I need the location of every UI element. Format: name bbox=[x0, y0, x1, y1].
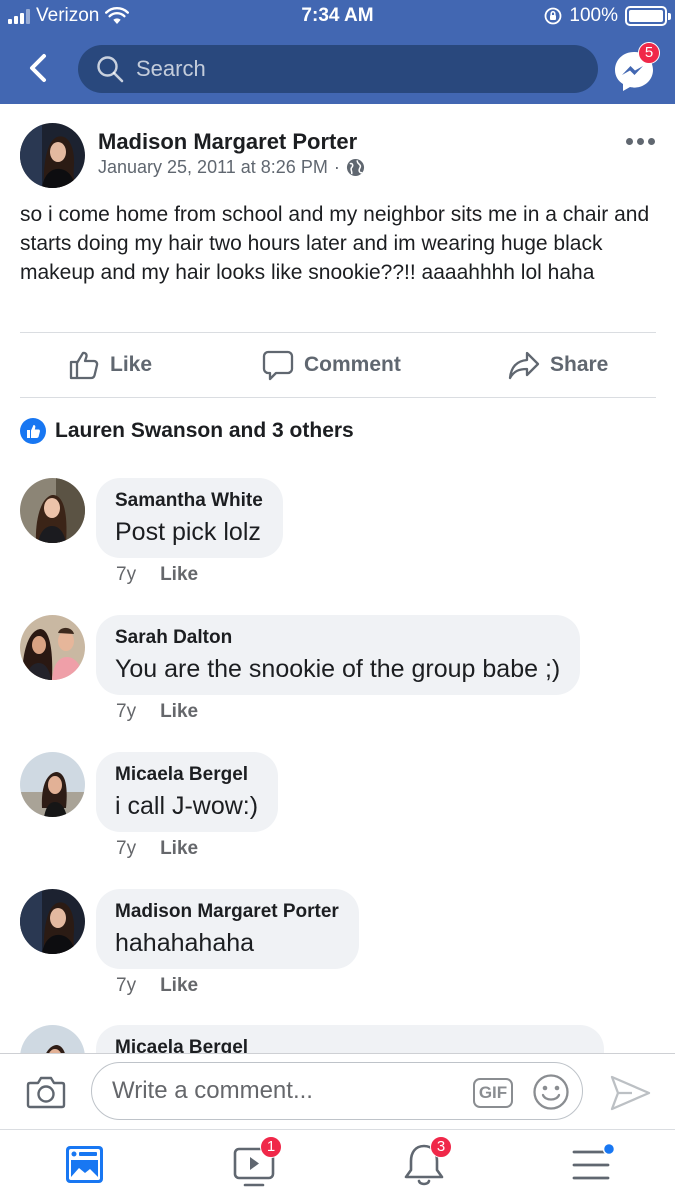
commenter-name[interactable]: Micaela Bergel bbox=[115, 764, 258, 786]
notifications-badge: 3 bbox=[430, 1136, 452, 1158]
news-feed-icon bbox=[66, 1146, 103, 1183]
search-input[interactable] bbox=[136, 56, 576, 82]
like-button[interactable]: Like bbox=[68, 333, 152, 397]
watch-icon bbox=[233, 1147, 275, 1187]
commenter-name[interactable]: Sarah Dalton bbox=[115, 627, 560, 649]
post-actions: Like Comment Share bbox=[0, 333, 675, 397]
commenter-avatar[interactable] bbox=[20, 889, 85, 954]
comment-text: hahahahaha bbox=[115, 929, 255, 957]
reactions-summary-text: Lauren Swanson and 3 others bbox=[55, 419, 354, 442]
messenger-button[interactable]: 5 bbox=[612, 42, 660, 94]
orientation-lock-icon bbox=[544, 7, 562, 25]
bell-icon bbox=[404, 1144, 444, 1186]
comment-text: i call J-wow:) bbox=[115, 792, 259, 820]
post-author-name[interactable]: Madison Margaret Porter bbox=[98, 129, 357, 155]
messenger-badge: 5 bbox=[638, 42, 660, 64]
author-avatar[interactable] bbox=[20, 123, 85, 188]
like-reaction-icon bbox=[20, 418, 46, 444]
reactions-summary[interactable]: Lauren Swanson and 3 others bbox=[20, 418, 354, 444]
comment-bubble[interactable]: Micaela Bergel i call J-wow:) bbox=[96, 752, 279, 832]
comment-like-button[interactable]: Like bbox=[160, 701, 198, 723]
meta-separator: · bbox=[333, 157, 340, 177]
send-icon bbox=[610, 1075, 651, 1111]
status-bar: Verizon 7:34 AM 100% bbox=[0, 0, 675, 34]
divider bbox=[20, 397, 656, 398]
post-header: Madison Margaret Porter January 25, 2011… bbox=[0, 104, 675, 194]
comment-age: 7y bbox=[116, 701, 137, 722]
comment-like-button[interactable]: Like bbox=[160, 564, 198, 586]
send-button[interactable] bbox=[608, 1073, 652, 1113]
comment-icon bbox=[262, 350, 294, 381]
emoji-button[interactable] bbox=[532, 1073, 570, 1111]
commenter-name[interactable]: Samantha White bbox=[115, 490, 263, 512]
thumbs-up-icon bbox=[69, 351, 99, 380]
comment-meta: 7y Like bbox=[116, 975, 198, 997]
bottom-tab-bar: 1 3 bbox=[0, 1129, 675, 1200]
comment-age: 7y bbox=[116, 838, 137, 859]
comment-input-box[interactable]: GIF bbox=[91, 1062, 583, 1120]
watch-badge: 1 bbox=[260, 1136, 282, 1158]
comment-button[interactable]: Comment bbox=[262, 333, 401, 397]
tab-menu[interactable] bbox=[551, 1130, 631, 1200]
more-icon bbox=[626, 137, 633, 145]
comment-like-button[interactable]: Like bbox=[160, 975, 198, 997]
post-text: so i come home from school and my neighb… bbox=[20, 203, 650, 284]
share-label: Share bbox=[550, 353, 609, 376]
globe-icon bbox=[346, 158, 364, 177]
battery-icon bbox=[625, 6, 671, 26]
comment-item: Samantha White Post pick lolz 7y Like bbox=[0, 478, 675, 608]
commenter-name[interactable]: Madison Margaret Porter bbox=[115, 901, 339, 923]
share-button[interactable]: Share bbox=[508, 333, 608, 397]
comment-like-button[interactable]: Like bbox=[160, 838, 198, 860]
comment-label: Comment bbox=[304, 353, 401, 376]
comment-text: You are the snookie of the group babe ;) bbox=[115, 655, 561, 683]
menu-icon bbox=[572, 1142, 616, 1180]
more-options-button[interactable] bbox=[626, 134, 660, 148]
comment-bubble[interactable]: Samantha White Post pick lolz bbox=[96, 478, 283, 558]
top-header: Verizon 7:34 AM 100% Search 5 bbox=[0, 0, 675, 104]
comment-item: Micaela Bergel i call J-wow:) 7y Like bbox=[0, 752, 675, 882]
comment-text: Post pick lolz bbox=[115, 518, 261, 546]
search-icon bbox=[97, 56, 124, 83]
comment-bubble[interactable]: Madison Margaret Porter hahahahaha bbox=[96, 889, 359, 969]
comment-input[interactable] bbox=[112, 1077, 452, 1105]
comment-age: 7y bbox=[116, 564, 137, 585]
post-meta: January 25, 2011 at 8:26 PM · bbox=[98, 157, 365, 178]
commenter-avatar[interactable] bbox=[20, 752, 85, 817]
comment-age: 7y bbox=[116, 975, 137, 996]
emoji-icon bbox=[533, 1074, 569, 1110]
share-icon bbox=[508, 351, 540, 380]
comment-meta: 7y Like bbox=[116, 838, 198, 860]
tab-watch[interactable]: 1 bbox=[214, 1130, 294, 1200]
comment-item: Madison Margaret Porter hahahahaha 7y Li… bbox=[0, 889, 675, 1019]
tab-notifications[interactable]: 3 bbox=[384, 1130, 464, 1200]
camera-button[interactable] bbox=[26, 1074, 66, 1110]
comment-bubble[interactable]: Sarah Dalton You are the snookie of the … bbox=[96, 615, 581, 695]
gif-button[interactable]: GIF bbox=[473, 1078, 513, 1108]
like-label: Like bbox=[110, 353, 153, 376]
tab-news-feed[interactable] bbox=[44, 1130, 124, 1200]
commenter-avatar[interactable] bbox=[20, 615, 85, 680]
comment-meta: 7y Like bbox=[116, 701, 198, 723]
back-button[interactable] bbox=[24, 48, 56, 88]
comment-item: Sarah Dalton You are the snookie of the … bbox=[0, 615, 675, 745]
battery-percent: 100% bbox=[569, 5, 618, 26]
comment-composer: GIF bbox=[0, 1053, 675, 1129]
battery-info: 100% bbox=[544, 5, 671, 27]
camera-icon bbox=[26, 1076, 66, 1109]
post-timestamp[interactable]: January 25, 2011 at 8:26 PM bbox=[98, 157, 328, 178]
comment-meta: 7y Like bbox=[116, 564, 198, 586]
search-bar[interactable] bbox=[78, 45, 598, 93]
commenter-avatar[interactable] bbox=[20, 478, 85, 543]
back-chevron-icon bbox=[30, 54, 46, 82]
